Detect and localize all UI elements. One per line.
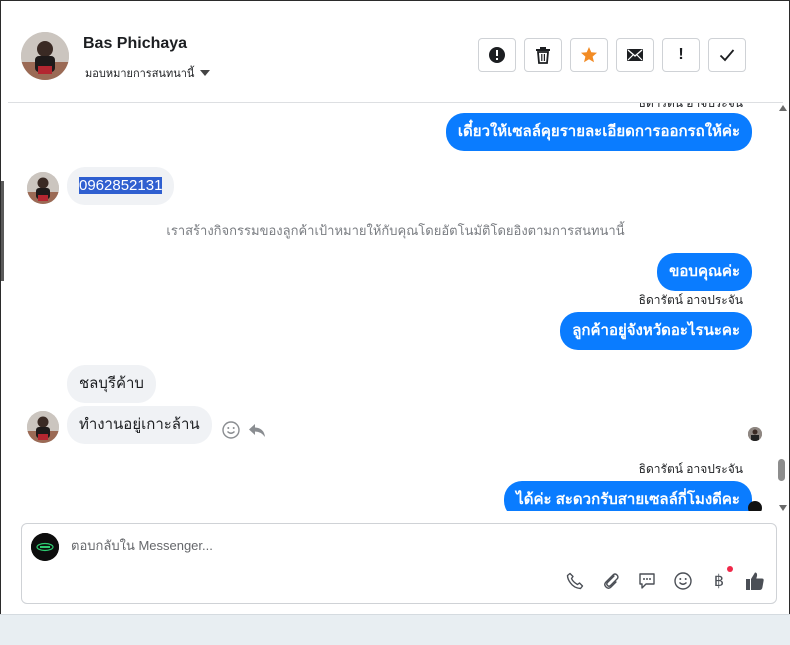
sender-name: ธิดารัตน์ อาจประจัน xyxy=(638,293,743,307)
seen-avatar xyxy=(748,427,762,441)
conversation-header: Bas Phichaya มอบหมายการสนทนานี้ ! xyxy=(8,7,783,103)
alert-circle-icon xyxy=(489,47,505,63)
contact-avatar[interactable] xyxy=(21,32,69,80)
reply-composer: ฿ xyxy=(21,523,777,604)
thumbs-up-icon[interactable] xyxy=(744,570,766,592)
message-incoming[interactable]: 0962852131 xyxy=(67,167,175,205)
reply-input[interactable] xyxy=(69,537,593,554)
bottom-strip xyxy=(0,614,790,645)
page-avatar xyxy=(31,533,59,561)
conversation-panel: Bas Phichaya มอบหมายการสนทนานี้ ! ธิดารั… xyxy=(0,0,790,615)
chat-scrollbar[interactable] xyxy=(776,103,788,513)
caret-down-icon xyxy=(200,70,211,76)
paperclip-icon[interactable] xyxy=(600,570,622,592)
left-edge-divider xyxy=(1,181,4,281)
trash-icon xyxy=(536,47,550,64)
scroll-down-arrow-icon[interactable] xyxy=(779,505,787,511)
message-outgoing[interactable]: ลูกค้าอยู่จังหวัดอะไรนะคะ xyxy=(560,312,752,350)
star-icon xyxy=(581,47,597,63)
message-thread[interactable]: ธิดารัตน์ อาจประจัน เดี๋ยวให้เซลล์คุยราย… xyxy=(8,103,783,511)
exclamation-icon: ! xyxy=(678,46,684,63)
sender-name: ธิดารัตน์ อาจประจัน xyxy=(638,103,743,110)
phone-number-selected[interactable]: 0962852131 xyxy=(79,177,163,194)
scroll-up-arrow-icon[interactable] xyxy=(779,105,787,111)
assign-label: มอบหมายการสนทนานี้ xyxy=(85,68,195,80)
composer-tools: ฿ xyxy=(564,566,766,592)
system-note: เราสร้างกิจกรรมของลูกค้าเป้าหมายให้กับคุ… xyxy=(166,223,625,238)
message-hover-actions xyxy=(222,421,266,439)
sender-name: ธิดารัตน์ อาจประจัน xyxy=(638,462,743,476)
envelope-icon xyxy=(627,49,643,61)
phone-icon[interactable] xyxy=(564,570,586,592)
contact-avatar-small xyxy=(27,411,59,443)
message-incoming[interactable]: ชลบุรีค้าบ xyxy=(67,365,156,403)
message-incoming[interactable]: ทำงานอยู่เกาะล้าน xyxy=(67,406,212,444)
reply-icon[interactable] xyxy=(248,421,266,439)
mark-unread-button[interactable] xyxy=(616,38,654,72)
check-icon xyxy=(719,49,735,62)
star-button[interactable] xyxy=(570,38,608,72)
notification-dot xyxy=(727,566,733,572)
message-outgoing[interactable]: ขอบคุณค่ะ xyxy=(657,253,752,291)
follow-up-button[interactable]: ! xyxy=(662,38,700,72)
baht-glyph: ฿ xyxy=(713,573,725,590)
done-button[interactable] xyxy=(708,38,746,72)
assign-conversation-dropdown[interactable]: มอบหมายการสนทนานี้ xyxy=(85,64,211,82)
smiley-icon[interactable] xyxy=(672,570,694,592)
chat-bubble-icon[interactable] xyxy=(636,570,658,592)
message-outgoing[interactable]: เดี๋ยวให้เซลล์คุยรายละเอียดการออกรถให้ค่… xyxy=(445,113,752,151)
message-outgoing[interactable]: ได้ค่ะ สะดวกรับสายเซลล์กี่โมงดีคะ xyxy=(504,481,752,511)
react-smiley-icon[interactable] xyxy=(222,421,240,439)
header-actions: ! xyxy=(478,38,746,72)
baht-icon[interactable]: ฿ xyxy=(708,566,733,592)
report-spam-button[interactable] xyxy=(478,38,516,72)
page-avatar-small xyxy=(748,501,762,511)
scrollbar-thumb[interactable] xyxy=(778,459,785,481)
contact-avatar-small xyxy=(27,172,59,204)
contact-name[interactable]: Bas Phichaya xyxy=(83,35,187,53)
delete-button[interactable] xyxy=(524,38,562,72)
